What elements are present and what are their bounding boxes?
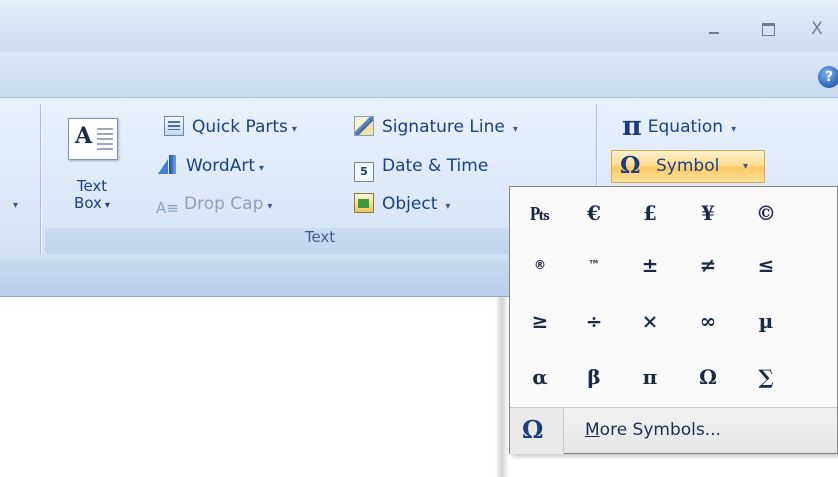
symbol-cell[interactable]: ± xyxy=(622,239,678,291)
signature-line-icon xyxy=(354,116,374,136)
symbol-cell[interactable]: © xyxy=(738,187,794,239)
help-icon[interactable]: ? xyxy=(818,66,838,88)
quick-parts-icon xyxy=(164,116,184,136)
symbol-cell[interactable]: µ xyxy=(738,295,794,347)
symbol-gallery-menu: ₧ € £ ¥ © ® ™ ± ≠ ≤ ≥ ÷ × ∞ µ α β π Ω ∑ Ω More Symbols... xyxy=(509,186,838,454)
symbol-cell[interactable]: ™ xyxy=(566,239,622,291)
text-box-label: Text Box ▾ xyxy=(74,177,110,212)
symbol-cell[interactable]: ÷ xyxy=(566,295,622,347)
more-symbols-item[interactable]: Ω More Symbols... xyxy=(510,407,837,454)
maximize-button[interactable] xyxy=(757,18,779,40)
document-page[interactable] xyxy=(0,297,506,477)
ribbon-tab-strip xyxy=(0,52,838,98)
minimize-button[interactable] xyxy=(703,18,725,40)
text-box-icon: A xyxy=(68,118,118,160)
signature-line-button[interactable]: Signature Line ▾ xyxy=(354,114,518,140)
close-button[interactable]: X xyxy=(806,18,828,40)
symbol-button[interactable]: Ω Symbol ▾ xyxy=(611,150,765,183)
symbol-cell[interactable]: β xyxy=(566,351,622,403)
symbol-cell[interactable]: α xyxy=(512,351,568,403)
wordart-icon xyxy=(158,155,178,175)
omega-icon: Ω xyxy=(620,152,641,179)
equation-button[interactable]: π Equation ▾ xyxy=(622,111,736,142)
symbol-cell[interactable]: ∑ xyxy=(738,351,794,403)
drop-cap-button[interactable]: A≡ Drop Cap ▾ xyxy=(156,191,272,217)
wordart-button[interactable]: WordArt ▾ xyxy=(158,153,264,179)
date-time-button[interactable]: 5 Date & Time xyxy=(354,153,488,182)
group-separator xyxy=(40,104,41,254)
symbol-cell[interactable]: ∞ xyxy=(680,295,736,347)
drop-cap-icon: A≡ xyxy=(156,199,179,217)
symbol-cell[interactable]: ® xyxy=(512,239,568,291)
previous-group-dropdown-icon[interactable]: ▾ xyxy=(13,200,18,211)
symbol-grid: ₧ € £ ¥ © ® ™ ± ≠ ≤ ≥ ÷ × ∞ µ α β π Ω ∑ xyxy=(510,187,838,407)
symbol-cell[interactable]: ¥ xyxy=(680,187,736,239)
symbol-cell[interactable]: ₧ xyxy=(512,187,568,239)
calendar-icon: 5 xyxy=(354,162,374,182)
object-button[interactable]: Object ▾ xyxy=(354,191,450,217)
symbol-cell[interactable]: × xyxy=(622,295,678,347)
omega-icon: Ω xyxy=(522,415,544,444)
symbol-cell[interactable]: ≠ xyxy=(680,239,736,291)
page-edge-shadow xyxy=(495,297,509,477)
symbol-cell[interactable]: £ xyxy=(622,187,678,239)
symbol-cell[interactable]: Ω xyxy=(680,351,736,403)
symbol-cell[interactable]: ≥ xyxy=(512,295,568,347)
symbol-cell[interactable]: ≤ xyxy=(738,239,794,291)
symbol-cell[interactable]: € xyxy=(566,187,622,239)
object-icon xyxy=(354,193,374,213)
quick-parts-button[interactable]: Quick Parts ▾ xyxy=(164,114,297,140)
more-symbols-label: More Symbols... xyxy=(585,420,721,440)
symbol-cell[interactable]: π xyxy=(622,351,678,403)
text-box-button[interactable]: A Text Box ▾ xyxy=(62,110,132,230)
pi-icon: π xyxy=(622,111,642,142)
